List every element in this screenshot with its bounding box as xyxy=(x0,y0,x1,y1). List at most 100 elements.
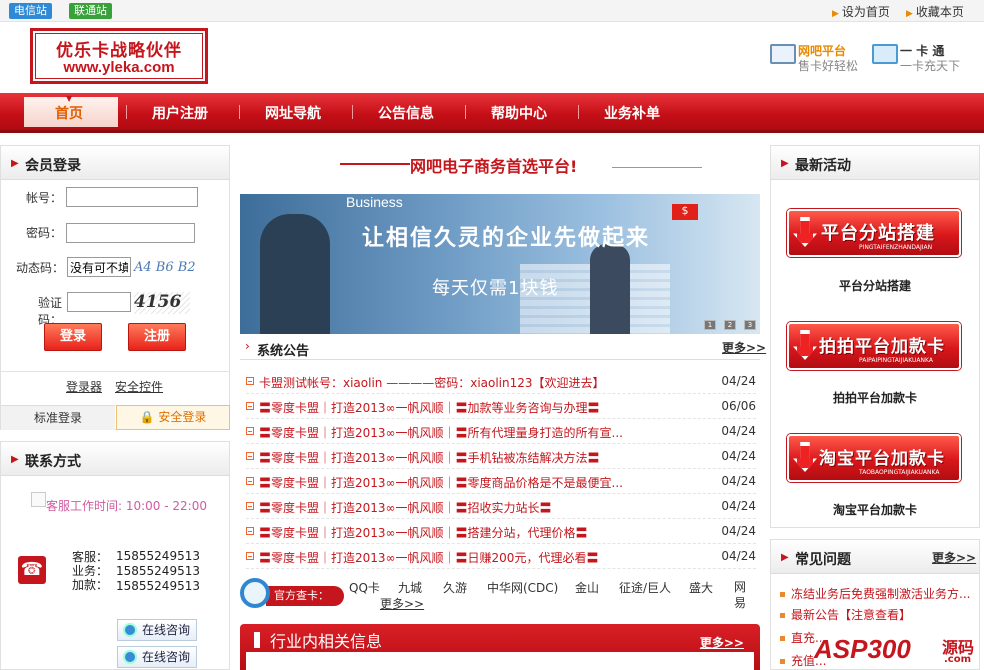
register-button[interactable]: 注册 xyxy=(128,323,186,351)
service-hours: 客服工作时间: 10:00 - 22:00 xyxy=(46,499,207,513)
tab-secure-login[interactable]: 🔒 安全登录 xyxy=(116,405,230,430)
promo-caption[interactable]: 淘宝平台加款卡 xyxy=(775,501,975,518)
tab-standard-login[interactable]: 标准登录 xyxy=(1,405,115,430)
query-more-link[interactable]: 更多>> xyxy=(380,595,424,612)
divider xyxy=(0,371,230,372)
contact-title: 联系方式 xyxy=(25,454,81,470)
nav-divider xyxy=(126,105,127,119)
lock-icon: 🔒 xyxy=(139,410,155,424)
query-link-shanda[interactable]: 盛大 xyxy=(689,579,713,596)
online-consult-button[interactable]: 在线咨询 xyxy=(117,619,197,641)
chat-icon xyxy=(123,650,137,664)
bullet-icon xyxy=(780,613,785,618)
promo-caption[interactable]: 平台分站搭建 xyxy=(775,277,975,294)
caret-down-icon: ▼ xyxy=(66,94,73,103)
banner-word: Business xyxy=(346,194,403,210)
set-homepage-link[interactable]: ▶ 设为首页 xyxy=(832,3,890,20)
nav-divider xyxy=(239,105,240,119)
chat-icon xyxy=(123,623,137,637)
triangle-right-icon: ▶ xyxy=(781,158,789,169)
list-bullet-icon xyxy=(246,477,254,485)
promo-caption[interactable]: 拍拍平台加款卡 xyxy=(775,389,975,406)
banner-subline: 每天仅需1块钱 xyxy=(432,278,559,299)
login-client-link[interactable]: 登录器 xyxy=(66,378,102,395)
nav-help[interactable]: 帮助中心 xyxy=(491,103,547,123)
support-phone: 15855249513 xyxy=(116,549,200,563)
query-link-zhengtu[interactable]: 征途/巨人 xyxy=(619,579,671,596)
query-link-kingsoft[interactable]: 金山 xyxy=(575,579,599,596)
login-button[interactable]: 登录 xyxy=(44,323,102,351)
banner-dot[interactable]: 3 xyxy=(744,320,756,330)
list-bullet-icon xyxy=(246,427,254,435)
arrow-down-icon xyxy=(793,217,817,247)
banner-dot[interactable]: 2 xyxy=(724,320,736,330)
site-logo[interactable]: 优乐卡战略伙伴 www.yleka.com xyxy=(30,28,208,84)
list-item[interactable]: 〓零度卡盟｜打造2013∞一帆风顺｜〓日赚200元，代理必看〓 04/24 xyxy=(246,544,756,569)
unicom-site-link[interactable]: 联通站 xyxy=(69,3,112,19)
bookmark-link[interactable]: ▶ 收藏本页 xyxy=(906,3,964,20)
banner-dot[interactable]: 1 xyxy=(704,320,716,330)
watermark-brand: ASP300 xyxy=(814,634,911,664)
bullet-icon xyxy=(780,659,785,664)
nav-directory[interactable]: 网址导航 xyxy=(265,103,321,123)
triangle-right-icon: ▶ xyxy=(11,158,19,169)
hero-banner[interactable]: $ Business 让相信久灵的企业先做起来 每天仅需1块钱 xyxy=(240,194,760,334)
arrow-down-icon xyxy=(793,330,817,360)
topup-phone: 15855249513 xyxy=(116,579,200,593)
industry-more-link[interactable]: 更多>> xyxy=(700,634,744,651)
captcha-image[interactable]: 4156 xyxy=(134,292,190,314)
faq-title: 常见问题 xyxy=(795,552,851,568)
password-input[interactable] xyxy=(66,223,195,243)
notice-header xyxy=(240,336,760,360)
password-label: 密码： xyxy=(25,226,62,240)
promo-paipai-topup[interactable]: 拍拍平台加款卡 PAIPAIPINGTAIJIAKUANKA xyxy=(787,322,961,370)
slogan: 网吧电子商务首选平台! xyxy=(410,157,578,176)
arrow-right-icon: ▶ xyxy=(832,9,839,19)
account-input[interactable] xyxy=(66,187,198,207)
slogan-line xyxy=(612,167,702,168)
list-item[interactable]: 〓零度卡盟｜打造2013∞一帆风顺｜〓所有代理量身打造的所有宣... 04/24 xyxy=(246,419,756,444)
query-link-jiucheng[interactable]: 九城 xyxy=(398,579,422,596)
qq-status-icon[interactable] xyxy=(31,492,46,507)
promo-taobao-topup[interactable]: 淘宝平台加款卡 TAOBAOPINGTAIJIAKUANKA xyxy=(787,434,961,482)
nav-register[interactable]: 用户注册 xyxy=(152,103,208,123)
card-query-label: 官方查卡： xyxy=(266,586,344,606)
online-consult-button[interactable]: 在线咨询 xyxy=(117,646,197,668)
list-item[interactable]: 卡盟测试帐号：xiaolin ————密码：xiaolin123【欢迎进去】 04… xyxy=(246,369,756,394)
industry-list xyxy=(246,652,754,670)
nav-home[interactable]: 首页 xyxy=(55,103,83,123)
query-link-cdc[interactable]: 中华网(CDC) xyxy=(487,579,558,596)
list-bullet-icon xyxy=(246,502,254,510)
telecom-site-link[interactable]: 电信站 xyxy=(9,3,52,19)
activity-title: 最新活动 xyxy=(795,158,851,174)
query-link-qq[interactable]: QQ卡 xyxy=(349,579,380,596)
promo-branch-setup[interactable]: 平台分站搭建 PINGTAIFENZHANDAJIAN xyxy=(787,209,961,257)
arrow-down-icon xyxy=(793,442,817,472)
list-bullet-icon xyxy=(246,377,254,385)
slogan-line xyxy=(340,163,410,165)
list-item[interactable]: 〓零度卡盟｜打造2013∞一帆风顺｜〓零度商品价格是不是最便宜... 04/24 xyxy=(246,469,756,494)
list-item[interactable]: 〓零度卡盟｜打造2013∞一帆风顺｜〓加款等业务咨询与办理〓 06/06 xyxy=(246,394,756,419)
dynamic-code-hint: A4 B6 B2 xyxy=(134,260,196,275)
one-card-sub: 一卡充天下 xyxy=(900,59,961,73)
login-title: 会员登录 xyxy=(25,158,81,174)
nav-announcements[interactable]: 公告信息 xyxy=(378,103,434,123)
notice-more-link[interactable]: 更多>> xyxy=(722,339,766,356)
industry-panel: 行业内相关信息 更多>> xyxy=(240,624,760,670)
query-link-netease[interactable]: 网易 xyxy=(734,579,748,611)
faq-item[interactable]: 冻结业务后免费强制激活业务方... xyxy=(780,585,970,602)
list-item[interactable]: 〓零度卡盟｜打造2013∞一帆风顺｜〓手机钻被冻结解决方法〓 04/24 xyxy=(246,444,756,469)
security-control-link[interactable]: 安全控件 xyxy=(115,378,163,395)
arrow-right-icon: ▶ xyxy=(906,9,913,19)
query-link-jiuyou[interactable]: 久游 xyxy=(443,579,467,596)
nav-supplement[interactable]: 业务补单 xyxy=(604,103,660,123)
captcha-input[interactable] xyxy=(67,292,131,312)
dynamic-code-input[interactable] xyxy=(67,257,131,277)
list-item[interactable]: 〓零度卡盟｜打造2013∞一帆风顺｜〓搭建分站，代理价格〓 04/24 xyxy=(246,519,756,544)
topup-label: 加款： xyxy=(72,578,109,592)
list-item[interactable]: 〓零度卡盟｜打造2013∞一帆风顺｜〓招收实力站长〓 04/24 xyxy=(246,494,756,519)
faq-more-link[interactable]: 更多>> xyxy=(932,549,976,566)
monitor-icon xyxy=(770,44,796,64)
phone-icon: ☎ xyxy=(18,556,46,584)
account-label: 帐号： xyxy=(25,191,62,205)
